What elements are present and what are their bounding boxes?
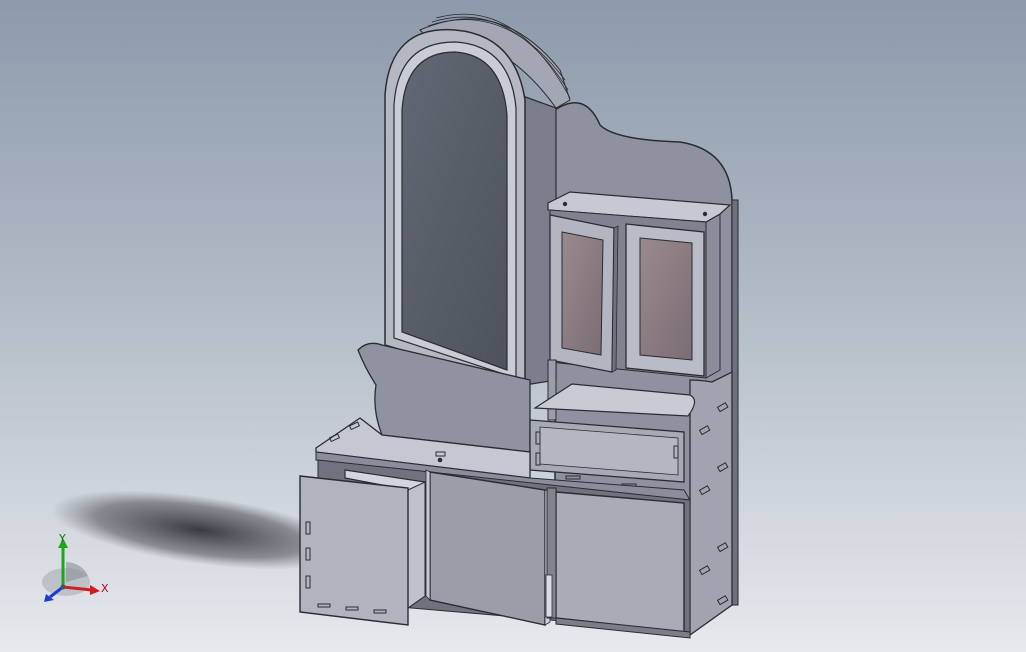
- middle-door-left-edge: [425, 469, 431, 601]
- left-glass-door-glass: [561, 231, 604, 356]
- hinge-hole-left: [562, 201, 568, 207]
- shelf-support: [547, 359, 557, 421]
- hinge-hole-right: [702, 211, 708, 217]
- back-panel-edge: [731, 199, 739, 606]
- open-box-drawer-back: [407, 481, 426, 609]
- middle-door[interactable]: [429, 471, 546, 626]
- right-glass-door-glass: [639, 237, 693, 361]
- right-door[interactable]: [555, 491, 685, 633]
- mirror-glass[interactable]: [401, 51, 508, 371]
- open-box-drawer[interactable]: [299, 475, 409, 626]
- countertop-hole: [437, 457, 443, 463]
- x-axis-label: X: [101, 582, 109, 595]
- y-axis-label: Y: [58, 532, 66, 545]
- triad-origin: [60, 584, 66, 590]
- 3d-graphics-viewport[interactable]: Y X: [0, 0, 1026, 652]
- right-door-slot: [545, 574, 553, 618]
- x-axis-arrow: [90, 585, 100, 595]
- cad-model-scene[interactable]: [0, 0, 1026, 652]
- orientation-triad[interactable]: Y X: [30, 532, 110, 604]
- top-cabinet-side: [705, 213, 721, 379]
